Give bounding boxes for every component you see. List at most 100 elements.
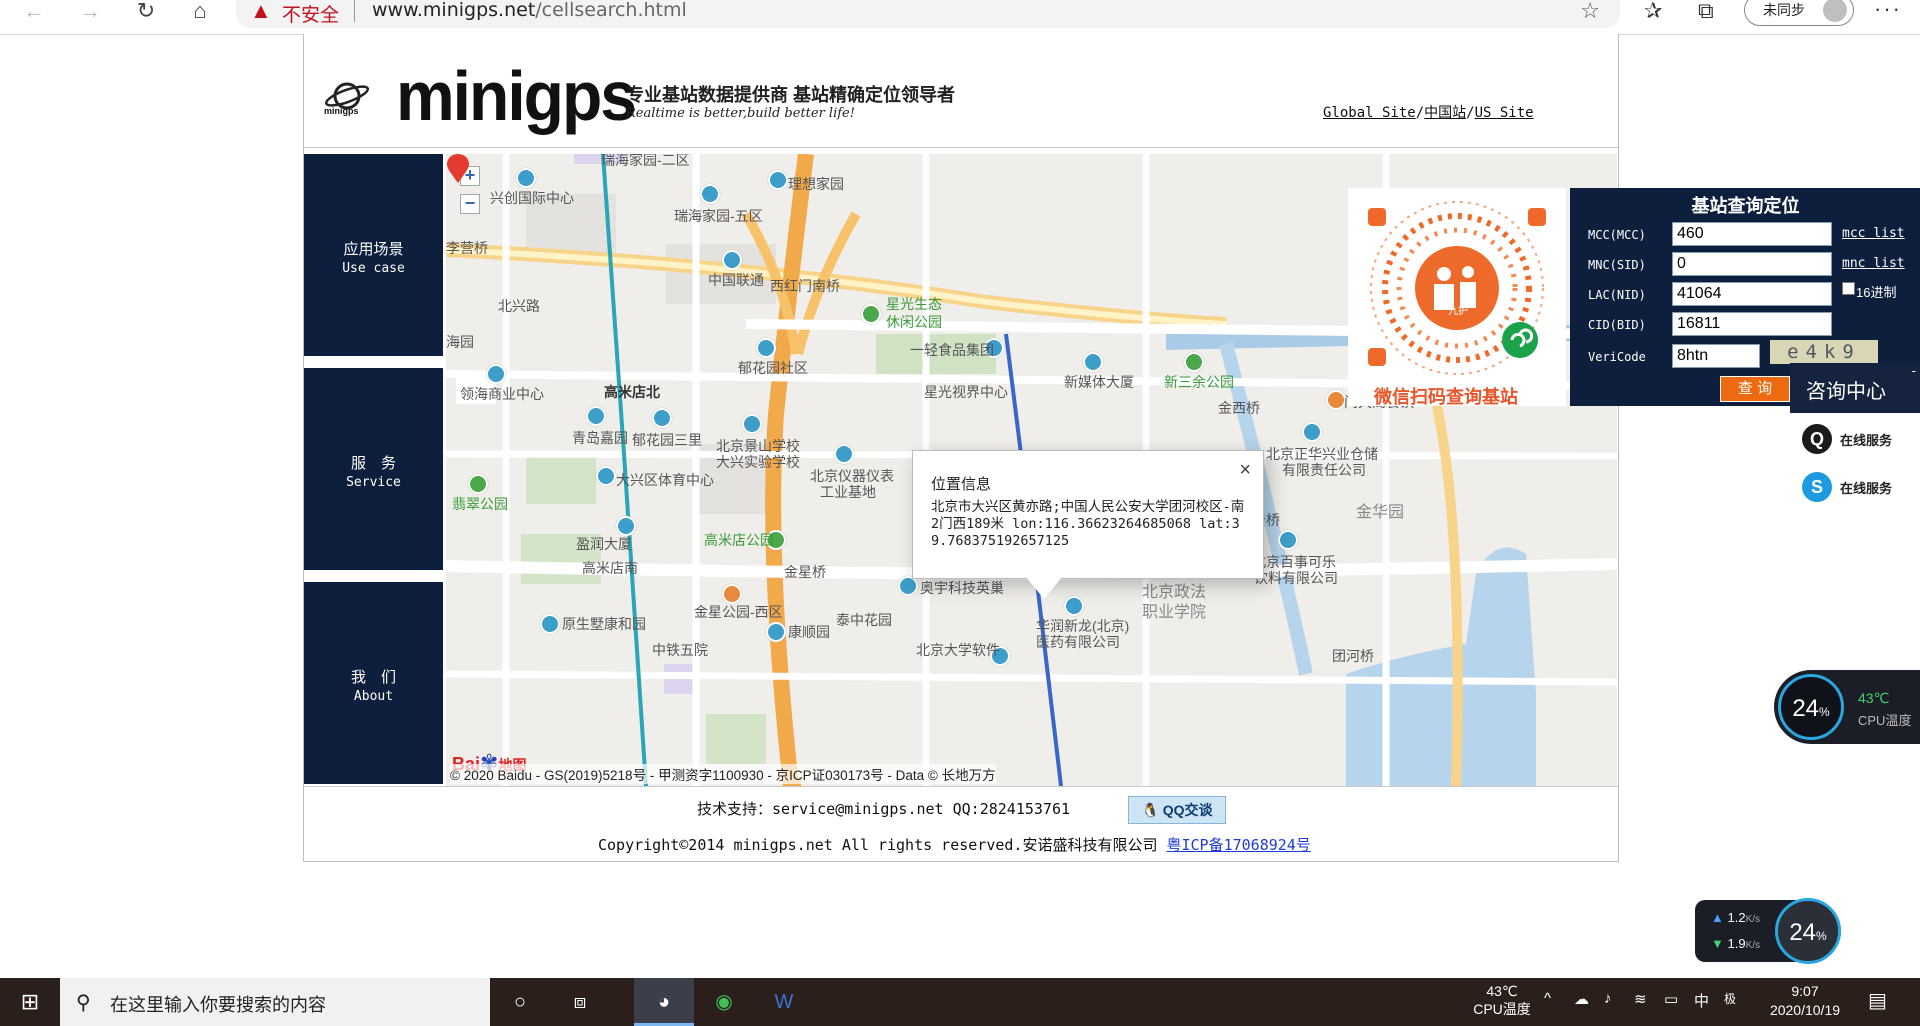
- favorite-star-icon[interactable]: ☆: [1580, 0, 1600, 24]
- wifi-icon[interactable]: ≋: [1634, 990, 1647, 1008]
- vericode-input[interactable]: [1672, 344, 1760, 368]
- task-view-icon[interactable]: ⧈: [550, 978, 610, 1026]
- cpu-temp: 43℃: [1858, 690, 1890, 706]
- online-service-qq[interactable]: Q 在线服务: [1798, 420, 1920, 460]
- cloud-icon[interactable]: ☁: [1574, 990, 1589, 1008]
- cortana-icon[interactable]: ○: [490, 978, 550, 1026]
- map-label: 金华园: [1356, 504, 1405, 521]
- sidebar-item-sublabel: Service: [346, 475, 401, 490]
- network-monitor-widget[interactable]: ▲ 1.2K/s ▼ 1.9K/s 24%: [1695, 898, 1841, 964]
- us-site-link[interactable]: US Site: [1475, 105, 1534, 121]
- query-submit-button[interactable]: 查 询: [1720, 376, 1790, 402]
- forward-icon[interactable]: →: [72, 0, 108, 24]
- map-label: 饮料有限公司: [1254, 570, 1338, 586]
- map-label: 西红门南桥: [770, 278, 840, 294]
- service-label: 在线服务: [1840, 433, 1893, 448]
- search-placeholder: 在这里输入你要搜索的内容: [110, 995, 326, 1015]
- map-label: 休闲公园: [886, 314, 942, 330]
- home-icon[interactable]: ⌂: [182, 0, 218, 24]
- close-icon[interactable]: ×: [1239, 459, 1251, 482]
- info-title: 位置信息: [931, 476, 992, 493]
- online-service-skype[interactable]: S 在线服务: [1798, 468, 1920, 508]
- wechat-qr-code: [1348, 188, 1566, 406]
- map-label: 中铁五院: [652, 642, 708, 658]
- cid-input[interactable]: [1672, 312, 1832, 336]
- poi-icon: [616, 516, 636, 536]
- taskbar-search-box[interactable]: ⚲ 在这里输入你要搜索的内容: [60, 978, 490, 1026]
- mnc-list-link[interactable]: mnc list: [1842, 256, 1905, 271]
- mnc-input[interactable]: [1672, 252, 1832, 276]
- qr-center-text: 九护: [1448, 306, 1468, 317]
- tray-temp-label: CPU温度: [1473, 1001, 1531, 1017]
- chevron-up-icon[interactable]: ^: [1544, 990, 1551, 1007]
- mcc-input[interactable]: [1672, 222, 1832, 246]
- mcc-list-link[interactable]: mcc list: [1842, 226, 1905, 241]
- profile-button[interactable]: 未同步: [1744, 0, 1854, 26]
- map-label: 星光视界中心: [924, 384, 1008, 400]
- clock-time: 9:07: [1791, 983, 1819, 999]
- map-label: 金星公园-西区: [694, 604, 783, 620]
- info-window-pointer: [1026, 577, 1062, 599]
- site-logo[interactable]: minigps: [396, 56, 637, 136]
- cpu-usage-ring: 24%: [1778, 674, 1844, 740]
- refresh-icon[interactable]: ↻: [128, 0, 164, 24]
- ime-indicator[interactable]: 中: [1694, 990, 1709, 1011]
- sidebar-item-sublabel: About: [353, 689, 394, 704]
- logo-small-text: minigps: [324, 106, 359, 116]
- global-site-link[interactable]: Global Site: [1323, 105, 1416, 121]
- qq-icon: 🐧: [1141, 802, 1159, 818]
- consult-center-header[interactable]: 咨询中心 -: [1790, 363, 1920, 413]
- sidebar-item-use-case[interactable]: 应用场景 Use case: [304, 154, 443, 356]
- minimize-button[interactable]: -: [1912, 363, 1916, 378]
- lac-input[interactable]: [1672, 282, 1832, 306]
- sidebar-item-service[interactable]: 服 务 Service: [304, 368, 443, 570]
- zoom-out-button[interactable]: −: [460, 194, 480, 214]
- back-icon[interactable]: ←: [16, 0, 52, 24]
- poi-icon: [768, 170, 788, 190]
- download-speed: ▼ 1.9K/s: [1711, 936, 1760, 951]
- map-label: 郁花园三里: [632, 432, 702, 448]
- ime-mode-indicator[interactable]: 极: [1724, 990, 1736, 1007]
- captcha-image[interactable]: e4k9: [1770, 340, 1878, 364]
- battery-icon[interactable]: ▭: [1664, 990, 1678, 1008]
- volume-icon[interactable]: ♪: [1604, 990, 1612, 1007]
- tray-cpu-temp[interactable]: 43℃ CPU温度: [1462, 982, 1542, 1018]
- mcc-label: MCC(MCC): [1588, 228, 1646, 242]
- notification-icon[interactable]: ▤: [1868, 988, 1887, 1013]
- cpu-temp-label: CPU温度: [1858, 713, 1912, 728]
- favorites-icon[interactable]: ✰: [1644, 0, 1662, 24]
- map-label: 海园: [446, 334, 474, 350]
- icp-link[interactable]: 粤ICP备17068924号: [1166, 836, 1310, 854]
- location-pin-icon[interactable]: [446, 154, 470, 184]
- sidebar-item-about[interactable]: 我 们 About: [304, 582, 443, 784]
- cpu-percent: 24%: [1781, 695, 1841, 723]
- map-label: 北京大学软件: [916, 642, 1000, 658]
- map-label: 领海商业中心: [460, 386, 544, 402]
- taskbar-clock[interactable]: 9:07 2020/10/19: [1760, 982, 1850, 1020]
- map-label: 大兴实验学校: [716, 454, 800, 470]
- poi-icon: [596, 466, 616, 486]
- poi-icon: [1083, 352, 1103, 372]
- wechat-icon[interactable]: ◉: [694, 978, 754, 1026]
- map-label: 团河桥: [1332, 648, 1374, 664]
- poi-icon: [834, 444, 854, 464]
- edge-browser-icon[interactable]: ◕: [634, 978, 694, 1026]
- poi-icon: [586, 406, 606, 426]
- more-menu-icon[interactable]: ···: [1874, 0, 1902, 22]
- map-label: 泰中花园: [836, 612, 892, 628]
- hex-checkbox[interactable]: [1842, 282, 1855, 295]
- qq-chat-button[interactable]: 🐧 QQ交谈: [1128, 796, 1226, 824]
- windows-start-icon[interactable]: ⊞: [0, 978, 60, 1026]
- url-text[interactable]: www.minigps.net/cellsearch.html: [372, 0, 687, 21]
- collections-icon[interactable]: ⧉: [1698, 0, 1714, 24]
- map-label: 翡翠公园: [452, 496, 508, 512]
- china-site-link[interactable]: 中国站: [1424, 105, 1466, 121]
- cpu-monitor-widget[interactable]: 24% 43℃ CPU温度: [1774, 670, 1920, 744]
- word-icon[interactable]: W: [754, 978, 814, 1026]
- restaurant-icon: [1326, 390, 1346, 410]
- tech-support-text: 技术支持：service@minigps.net QQ:2824153761: [697, 800, 1071, 818]
- qq-chat-label: QQ交谈: [1162, 802, 1213, 818]
- address-bar[interactable]: ▲ 不安全 www.minigps.net/cellsearch.html ☆: [236, 0, 1620, 28]
- copyright-label: Copyright©2014 minigps.net All rights re…: [598, 836, 1167, 854]
- upload-unit: K/s: [1745, 914, 1761, 925]
